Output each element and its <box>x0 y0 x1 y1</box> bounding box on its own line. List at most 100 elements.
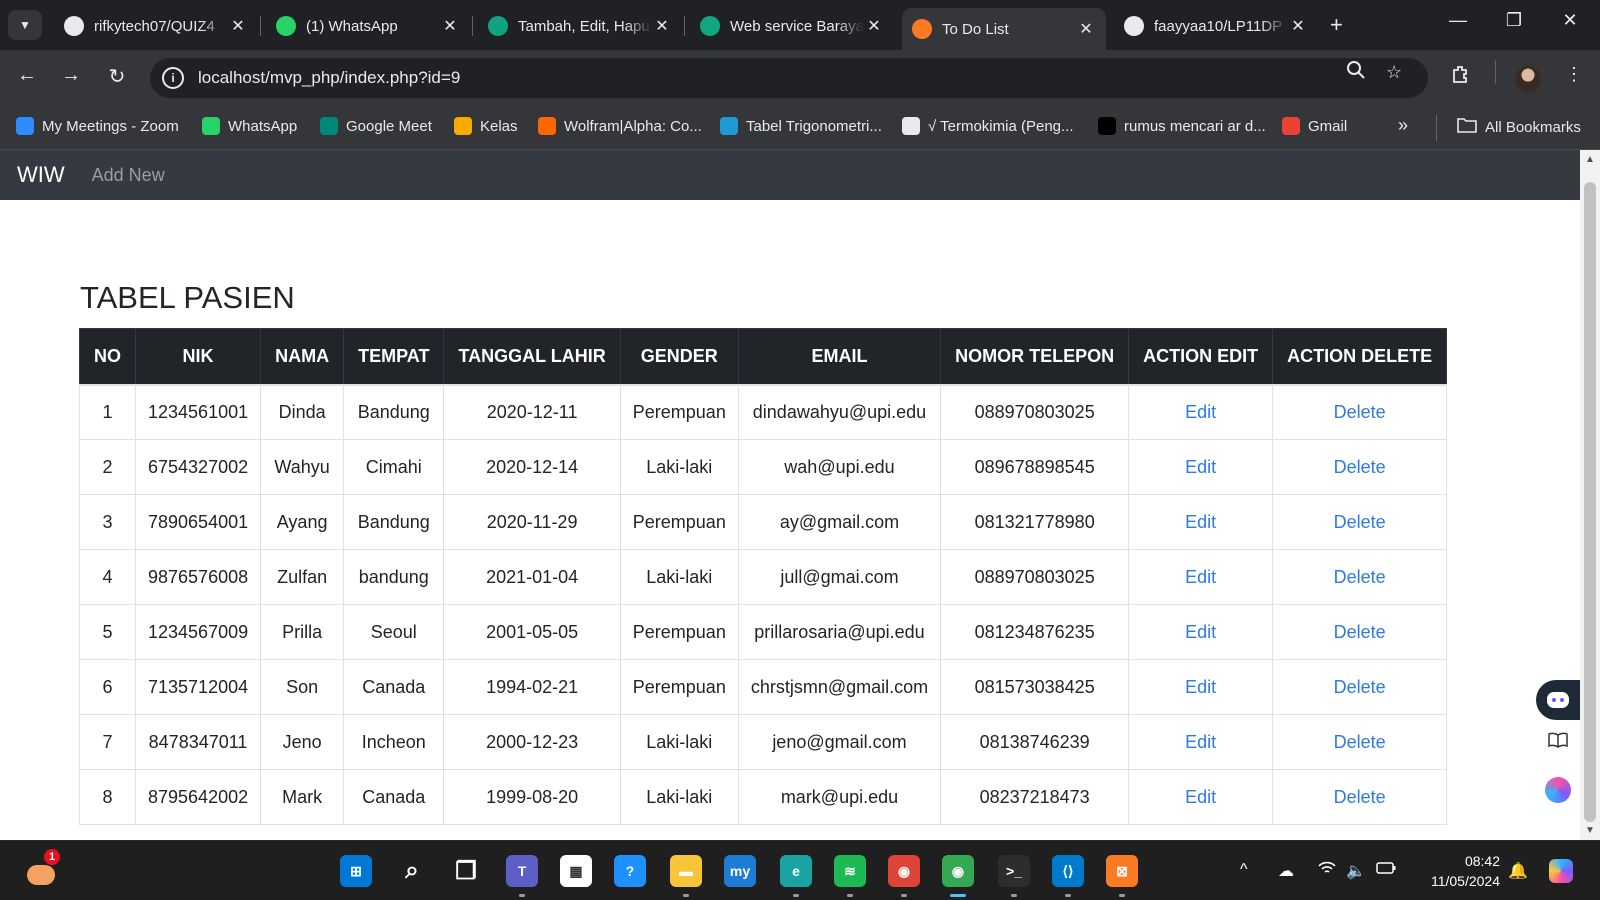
mylab-icon[interactable]: my <box>724 855 756 887</box>
search-icon[interactable]: ⌕ <box>396 855 428 887</box>
cell-email: prillarosaria@upi.edu <box>737 604 942 660</box>
edit-link[interactable]: Edit <box>1185 622 1216 642</box>
reading-mode-button[interactable] <box>1536 722 1580 762</box>
bookmark-item[interactable]: Google Meet <box>320 117 432 135</box>
reload-button[interactable]: ↻ <box>102 64 132 89</box>
store-icon[interactable]: ▦ <box>560 855 592 887</box>
edit-link[interactable]: Edit <box>1185 787 1216 807</box>
gmail-icon <box>1282 117 1300 135</box>
page-scrollbar[interactable]: ▲ ▼ <box>1580 150 1600 840</box>
windows-taskbar: 1 ⊞ ⌕ ❐ T ▦? ▬ my e ≋ ◉ ◉ >_ ⟨⟩ ⊠ ^ ☁ 🔈 08:42 11/05/2… <box>0 840 1600 900</box>
teams-icon[interactable]: T <box>506 855 538 887</box>
edit-link[interactable]: Edit <box>1185 457 1216 477</box>
delete-link[interactable]: Delete <box>1334 677 1386 697</box>
folder-icon <box>1457 117 1477 137</box>
tips-icon[interactable]: ? <box>614 855 646 887</box>
cell-tempat: Incheon <box>343 714 445 770</box>
forward-button[interactable]: → <box>56 64 86 87</box>
profile-avatar[interactable] <box>1515 66 1541 92</box>
chrome-profile-icon[interactable]: ◉ <box>888 855 920 887</box>
minimize-button[interactable]: — <box>1438 10 1478 31</box>
scroll-thumb[interactable] <box>1584 182 1596 822</box>
file-explorer-icon[interactable]: ▬ <box>670 855 702 887</box>
show-hidden-icons-chevron-up-icon[interactable]: ^ <box>1240 861 1248 879</box>
menu-kebab-icon[interactable]: ⋮ <box>1565 64 1583 85</box>
system-clock[interactable]: 08:42 11/05/2024 <box>1404 851 1500 891</box>
browser-tab[interactable]: (1) WhatsApp ✕ <box>266 8 470 44</box>
new-tab-button[interactable]: + <box>1330 12 1343 38</box>
start-icon[interactable]: ⊞ <box>340 855 372 887</box>
weather-widget[interactable]: 1 <box>24 849 60 889</box>
bookmark-item[interactable]: Gmail <box>1282 117 1347 135</box>
browser-tab[interactable]: Web service Barayat ✕ <box>690 8 894 44</box>
window-close-button[interactable]: ✕ <box>1550 10 1590 31</box>
copilot-button[interactable] <box>1536 770 1580 810</box>
task-view-icon[interactable]: ❐ <box>450 855 482 887</box>
delete-link[interactable]: Delete <box>1334 567 1386 587</box>
zoom-icon[interactable] <box>1346 60 1366 85</box>
browser-tab[interactable]: rifkytech07/QUIZ4 ✕ <box>54 8 258 44</box>
browser-tab[interactable]: Tambah, Edit, Hapus ✕ <box>478 8 682 44</box>
edit-link[interactable]: Edit <box>1185 567 1216 587</box>
cell-action-edit: Edit <box>1128 769 1274 825</box>
spotify-icon[interactable]: ≋ <box>834 855 866 887</box>
tab-search-button[interactable]: ▼ <box>8 10 42 40</box>
bookmark-item[interactable]: WhatsApp <box>202 117 297 135</box>
edit-link[interactable]: Edit <box>1185 677 1216 697</box>
tab-close-icon[interactable]: ✕ <box>228 16 248 36</box>
delete-link[interactable]: Delete <box>1334 512 1386 532</box>
back-button[interactable]: ← <box>12 64 42 87</box>
restore-button[interactable]: ❐ <box>1494 10 1534 31</box>
browser-tab[interactable]: To Do List ✕ <box>902 8 1106 50</box>
cell-nomor-telepon: 089678898545 <box>940 439 1130 495</box>
tab-close-icon[interactable]: ✕ <box>1288 16 1308 36</box>
bookmark-item[interactable]: Wolfram|Alpha: Co... <box>538 117 702 135</box>
notification-bell-icon[interactable]: 🔔 <box>1508 861 1528 881</box>
delete-link[interactable]: Delete <box>1334 402 1386 422</box>
bookmark-item[interactable]: rumus mencari ar d... <box>1098 117 1266 135</box>
terminal-icon[interactable]: >_ <box>998 855 1030 887</box>
scroll-up-arrow-icon[interactable]: ▲ <box>1585 154 1595 165</box>
xampp-icon[interactable]: ⊠ <box>1106 855 1138 887</box>
bookmark-item[interactable]: Kelas <box>454 117 518 135</box>
delete-link[interactable]: Delete <box>1334 622 1386 642</box>
chrome-icon[interactable]: ◉ <box>942 855 974 887</box>
tab-close-icon[interactable]: ✕ <box>864 16 884 36</box>
address-bar[interactable]: i localhost/mvp_php/index.php?id=9 <box>150 58 1428 98</box>
edge-icon[interactable]: e <box>780 855 812 887</box>
battery-icon[interactable] <box>1376 861 1396 880</box>
bookmark-item[interactable]: √ Termokimia (Peng... <box>902 117 1074 135</box>
tab-close-icon[interactable]: ✕ <box>652 16 672 36</box>
delete-link[interactable]: Delete <box>1334 787 1386 807</box>
delete-link[interactable]: Delete <box>1334 732 1386 752</box>
site-info-icon[interactable]: i <box>162 67 184 89</box>
bookmark-star-icon[interactable]: ☆ <box>1386 62 1402 83</box>
scroll-down-arrow-icon[interactable]: ▼ <box>1585 825 1595 836</box>
tab-close-icon[interactable]: ✕ <box>1076 19 1096 39</box>
assistant-bot-button[interactable] <box>1536 680 1580 720</box>
copilot-taskbar-icon[interactable] <box>1545 855 1577 887</box>
vscode-icon[interactable]: ⟨⟩ <box>1052 855 1084 887</box>
extensions-icon[interactable] <box>1451 64 1471 89</box>
wifi-icon[interactable] <box>1318 861 1336 880</box>
cell-no: 6 <box>79 659 136 715</box>
nav-link-add-new[interactable]: Add New <box>92 165 165 186</box>
running-indicator <box>1065 894 1071 897</box>
tab-close-icon[interactable]: ✕ <box>440 16 460 36</box>
wolfram-icon <box>538 117 556 135</box>
onedrive-cloud-icon[interactable]: ☁ <box>1278 861 1294 881</box>
volume-icon[interactable]: 🔈 <box>1346 861 1366 881</box>
bookmark-item[interactable]: My Meetings - Zoom <box>16 117 179 135</box>
all-bookmarks-button[interactable]: All Bookmarks <box>1457 117 1581 137</box>
edit-link[interactable]: Edit <box>1185 512 1216 532</box>
browser-tab[interactable]: faayyaa10/LP11DP ✕ <box>1114 8 1318 44</box>
edit-link[interactable]: Edit <box>1185 732 1216 752</box>
feather-icon <box>700 16 720 36</box>
delete-link[interactable]: Delete <box>1334 457 1386 477</box>
bookmarks-overflow-button[interactable]: » <box>1398 115 1408 136</box>
running-indicator <box>683 894 689 897</box>
bookmark-item[interactable]: Tabel Trigonometri... <box>720 117 882 135</box>
navbar-brand[interactable]: WIW <box>17 162 65 188</box>
edit-link[interactable]: Edit <box>1185 402 1216 422</box>
cell-tempat: Bandung <box>343 494 445 550</box>
